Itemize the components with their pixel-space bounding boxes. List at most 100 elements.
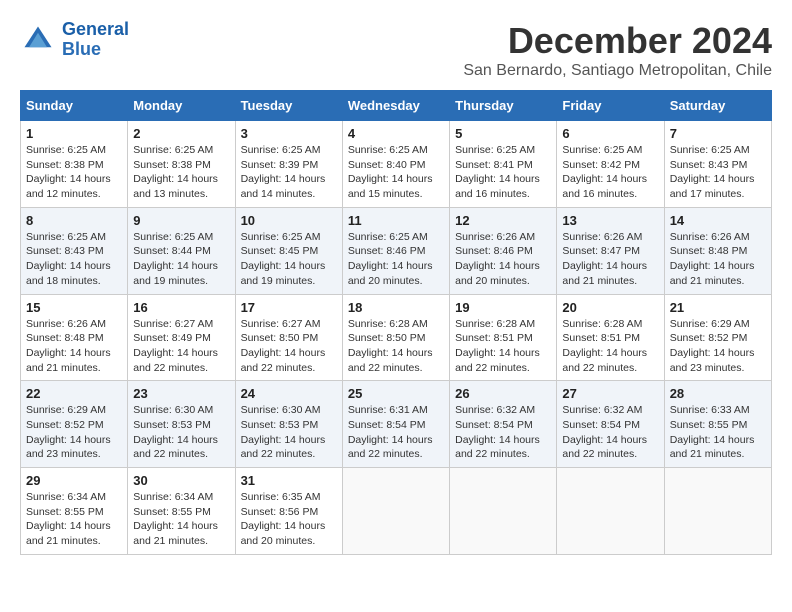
calendar-week-2: 8Sunrise: 6:25 AMSunset: 8:43 PMDaylight… [21, 207, 772, 294]
day-info: Sunrise: 6:26 AMSunset: 8:47 PMDaylight:… [562, 230, 658, 289]
day-info: Sunrise: 6:25 AMSunset: 8:39 PMDaylight:… [241, 143, 337, 202]
day-info: Sunrise: 6:25 AMSunset: 8:41 PMDaylight:… [455, 143, 551, 202]
day-number: 18 [348, 300, 444, 315]
day-number: 9 [133, 213, 229, 228]
calendar-cell [450, 468, 557, 555]
calendar-cell: 1 Sunrise: 6:25 AMSunset: 8:38 PMDaylight… [21, 121, 128, 208]
day-info: Sunrise: 6:25 AMSunset: 8:44 PMDaylight:… [133, 230, 229, 289]
day-info: Sunrise: 6:26 AMSunset: 8:48 PMDaylight:… [670, 230, 766, 289]
calendar-cell: 15 Sunrise: 6:26 AMSunset: 8:48 PMDayligh… [21, 294, 128, 381]
day-info: Sunrise: 6:33 AMSunset: 8:55 PMDaylight:… [670, 403, 766, 462]
calendar-cell: 28 Sunrise: 6:33 AMSunset: 8:55 PMDayligh… [664, 381, 771, 468]
calendar-cell: 8Sunrise: 6:25 AMSunset: 8:43 PMDaylight… [21, 207, 128, 294]
calendar-cell: 22Sunrise: 6:29 AMSunset: 8:52 PMDayligh… [21, 381, 128, 468]
calendar-cell: 14 Sunrise: 6:26 AMSunset: 8:48 PMDayligh… [664, 207, 771, 294]
calendar-cell: 21 Sunrise: 6:29 AMSunset: 8:52 PMDayligh… [664, 294, 771, 381]
calendar-cell: 24 Sunrise: 6:30 AMSunset: 8:53 PMDayligh… [235, 381, 342, 468]
header-tuesday: Tuesday [235, 91, 342, 121]
calendar-cell [342, 468, 449, 555]
day-number: 17 [241, 300, 337, 315]
header-saturday: Saturday [664, 91, 771, 121]
calendar-cell: 27 Sunrise: 6:32 AMSunset: 8:54 PMDayligh… [557, 381, 664, 468]
page-header: General Blue December 2024 San Bernardo,… [20, 20, 772, 80]
calendar-header-row: SundayMondayTuesdayWednesdayThursdayFrid… [21, 91, 772, 121]
day-info: Sunrise: 6:29 AMSunset: 8:52 PMDaylight:… [670, 317, 766, 376]
day-info: Sunrise: 6:32 AMSunset: 8:54 PMDaylight:… [455, 403, 551, 462]
day-info: Sunrise: 6:25 AMSunset: 8:43 PMDaylight:… [670, 143, 766, 202]
calendar-cell: 26 Sunrise: 6:32 AMSunset: 8:54 PMDayligh… [450, 381, 557, 468]
calendar-week-5: 29 Sunrise: 6:34 AMSunset: 8:55 PMDayligh… [21, 468, 772, 555]
day-number: 12 [455, 213, 551, 228]
calendar-cell: 29 Sunrise: 6:34 AMSunset: 8:55 PMDayligh… [21, 468, 128, 555]
calendar-cell: 30 Sunrise: 6:34 AMSunset: 8:55 PMDayligh… [128, 468, 235, 555]
day-number: 29 [26, 473, 122, 488]
day-number: 5 [455, 126, 551, 141]
day-number: 10 [241, 213, 337, 228]
calendar-cell: 7 Sunrise: 6:25 AMSunset: 8:43 PMDaylight… [664, 121, 771, 208]
day-number: 27 [562, 386, 658, 401]
day-number: 30 [133, 473, 229, 488]
day-number: 3 [241, 126, 337, 141]
day-number: 25 [348, 386, 444, 401]
day-info: Sunrise: 6:26 AMSunset: 8:46 PMDaylight:… [455, 230, 551, 289]
day-number: 14 [670, 213, 766, 228]
logo: General Blue [20, 20, 129, 60]
logo-line2: Blue [62, 39, 101, 59]
day-number: 24 [241, 386, 337, 401]
day-number: 15 [26, 300, 122, 315]
day-number: 28 [670, 386, 766, 401]
calendar-cell [557, 468, 664, 555]
day-number: 2 [133, 126, 229, 141]
day-number: 23 [133, 386, 229, 401]
calendar-cell: 9 Sunrise: 6:25 AMSunset: 8:44 PMDaylight… [128, 207, 235, 294]
day-info: Sunrise: 6:25 AMSunset: 8:42 PMDaylight:… [562, 143, 658, 202]
day-info: Sunrise: 6:26 AMSunset: 8:48 PMDaylight:… [26, 317, 122, 376]
day-info: Sunrise: 6:30 AMSunset: 8:53 PMDaylight:… [241, 403, 337, 462]
day-info: Sunrise: 6:28 AMSunset: 8:51 PMDaylight:… [562, 317, 658, 376]
day-number: 26 [455, 386, 551, 401]
calendar-cell: 10 Sunrise: 6:25 AMSunset: 8:45 PMDayligh… [235, 207, 342, 294]
logo-text: General Blue [62, 20, 129, 60]
calendar-cell: 13 Sunrise: 6:26 AMSunset: 8:47 PMDayligh… [557, 207, 664, 294]
calendar-cell: 16Sunrise: 6:27 AMSunset: 8:49 PMDayligh… [128, 294, 235, 381]
logo-icon [20, 22, 56, 58]
location-title: San Bernardo, Santiago Metropolitan, Chi… [463, 62, 772, 80]
calendar-cell: 6Sunrise: 6:25 AMSunset: 8:42 PMDaylight… [557, 121, 664, 208]
day-info: Sunrise: 6:25 AMSunset: 8:38 PMDaylight:… [26, 143, 122, 202]
day-info: Sunrise: 6:25 AMSunset: 8:40 PMDaylight:… [348, 143, 444, 202]
day-info: Sunrise: 6:32 AMSunset: 8:54 PMDaylight:… [562, 403, 658, 462]
day-info: Sunrise: 6:25 AMSunset: 8:45 PMDaylight:… [241, 230, 337, 289]
day-info: Sunrise: 6:34 AMSunset: 8:55 PMDaylight:… [133, 490, 229, 549]
day-number: 1 [26, 126, 122, 141]
calendar-cell: 12 Sunrise: 6:26 AMSunset: 8:46 PMDayligh… [450, 207, 557, 294]
logo-line1: General [62, 19, 129, 39]
day-number: 19 [455, 300, 551, 315]
calendar-cell: 31Sunrise: 6:35 AMSunset: 8:56 PMDayligh… [235, 468, 342, 555]
day-info: Sunrise: 6:25 AMSunset: 8:46 PMDaylight:… [348, 230, 444, 289]
calendar-week-1: 1 Sunrise: 6:25 AMSunset: 8:38 PMDaylight… [21, 121, 772, 208]
calendar-cell: 4Sunrise: 6:25 AMSunset: 8:40 PMDaylight… [342, 121, 449, 208]
header-monday: Monday [128, 91, 235, 121]
calendar-cell [664, 468, 771, 555]
calendar-week-4: 22Sunrise: 6:29 AMSunset: 8:52 PMDayligh… [21, 381, 772, 468]
day-number: 13 [562, 213, 658, 228]
day-number: 21 [670, 300, 766, 315]
calendar-week-3: 15 Sunrise: 6:26 AMSunset: 8:48 PMDayligh… [21, 294, 772, 381]
day-number: 7 [670, 126, 766, 141]
calendar-cell: 2Sunrise: 6:25 AMSunset: 8:38 PMDaylight… [128, 121, 235, 208]
day-info: Sunrise: 6:27 AMSunset: 8:50 PMDaylight:… [241, 317, 337, 376]
calendar-cell: 18 Sunrise: 6:28 AMSunset: 8:50 PMDayligh… [342, 294, 449, 381]
day-number: 8 [26, 213, 122, 228]
header-thursday: Thursday [450, 91, 557, 121]
calendar-cell: 3 Sunrise: 6:25 AMSunset: 8:39 PMDaylight… [235, 121, 342, 208]
calendar-cell: 25 Sunrise: 6:31 AMSunset: 8:54 PMDayligh… [342, 381, 449, 468]
title-area: December 2024 San Bernardo, Santiago Met… [463, 20, 772, 80]
month-title: December 2024 [463, 20, 772, 62]
day-info: Sunrise: 6:27 AMSunset: 8:49 PMDaylight:… [133, 317, 229, 376]
day-info: Sunrise: 6:34 AMSunset: 8:55 PMDaylight:… [26, 490, 122, 549]
day-info: Sunrise: 6:28 AMSunset: 8:50 PMDaylight:… [348, 317, 444, 376]
day-info: Sunrise: 6:31 AMSunset: 8:54 PMDaylight:… [348, 403, 444, 462]
header-sunday: Sunday [21, 91, 128, 121]
day-number: 31 [241, 473, 337, 488]
header-friday: Friday [557, 91, 664, 121]
